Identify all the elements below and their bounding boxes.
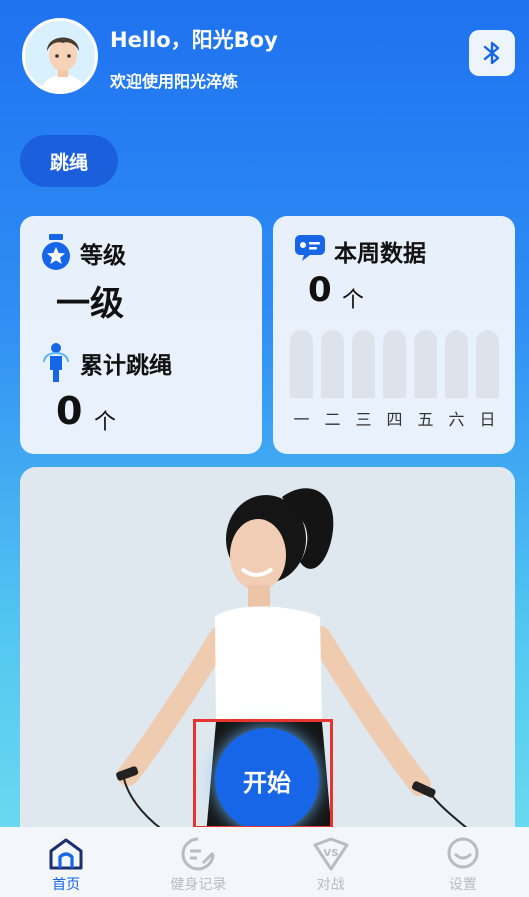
jump-person-icon <box>42 342 70 388</box>
nav-label-records: 健身记录 <box>170 877 227 893</box>
weekday-label: 日 <box>479 410 496 429</box>
level-title: 等级 <box>80 243 126 269</box>
total-jumps-title: 累计跳绳 <box>80 353 172 379</box>
avatar[interactable] <box>22 18 98 94</box>
bottom-nav: 首页 健身记录 VS 对战 设置 <box>0 827 529 897</box>
nav-label-settings: 设置 <box>448 877 477 893</box>
weekly-bar <box>476 330 499 398</box>
medal-icon <box>40 234 72 276</box>
weekly-bar-chart <box>290 330 499 398</box>
greeting-text: Hello，阳光Boy <box>110 28 278 52</box>
highlight-box <box>193 719 333 829</box>
bluetooth-button[interactable] <box>469 30 515 76</box>
weekly-value: 0 <box>308 270 332 310</box>
weekday-label: 四 <box>386 410 403 429</box>
weekday-label: 二 <box>324 410 341 429</box>
weekly-bar <box>352 330 375 398</box>
settings-face-icon <box>447 837 479 869</box>
weekly-bar <box>290 330 313 398</box>
bluetooth-icon <box>483 41 500 65</box>
weekly-title: 本周数据 <box>334 241 426 267</box>
total-jumps-value: 0 <box>56 389 83 433</box>
sport-tag-jump-rope[interactable]: 跳绳 <box>20 135 118 187</box>
weekly-bar <box>414 330 437 398</box>
weekday-label: 六 <box>448 410 465 429</box>
nav-item-battle[interactable]: VS 对战 <box>265 837 397 894</box>
welcome-text: 欢迎使用阳光淬炼 <box>110 72 239 91</box>
weekly-bar <box>321 330 344 398</box>
level-value: 一级 <box>56 284 124 324</box>
weekday-label: 一 <box>293 410 310 429</box>
svg-text:VS: VS <box>323 848 338 859</box>
nav-label-home: 首页 <box>52 877 81 893</box>
vs-icon: VS <box>313 837 349 871</box>
weekday-label: 五 <box>417 410 434 429</box>
record-icon <box>181 837 215 871</box>
total-jumps-unit: 个 <box>94 410 117 435</box>
weekly-unit: 个 <box>342 288 365 313</box>
weekday-label: 三 <box>355 410 372 429</box>
weekly-bar <box>383 330 406 398</box>
home-icon <box>49 838 83 870</box>
nav-item-home[interactable]: 首页 <box>0 837 132 894</box>
chat-data-icon <box>294 234 326 266</box>
avatar-image <box>25 21 95 91</box>
nav-label-battle: 对战 <box>316 877 345 893</box>
nav-item-records[interactable]: 健身记录 <box>132 837 264 894</box>
weekly-bar <box>445 330 468 398</box>
nav-item-settings[interactable]: 设置 <box>397 837 529 894</box>
weekday-labels: 一二三四五六日 <box>290 406 499 430</box>
